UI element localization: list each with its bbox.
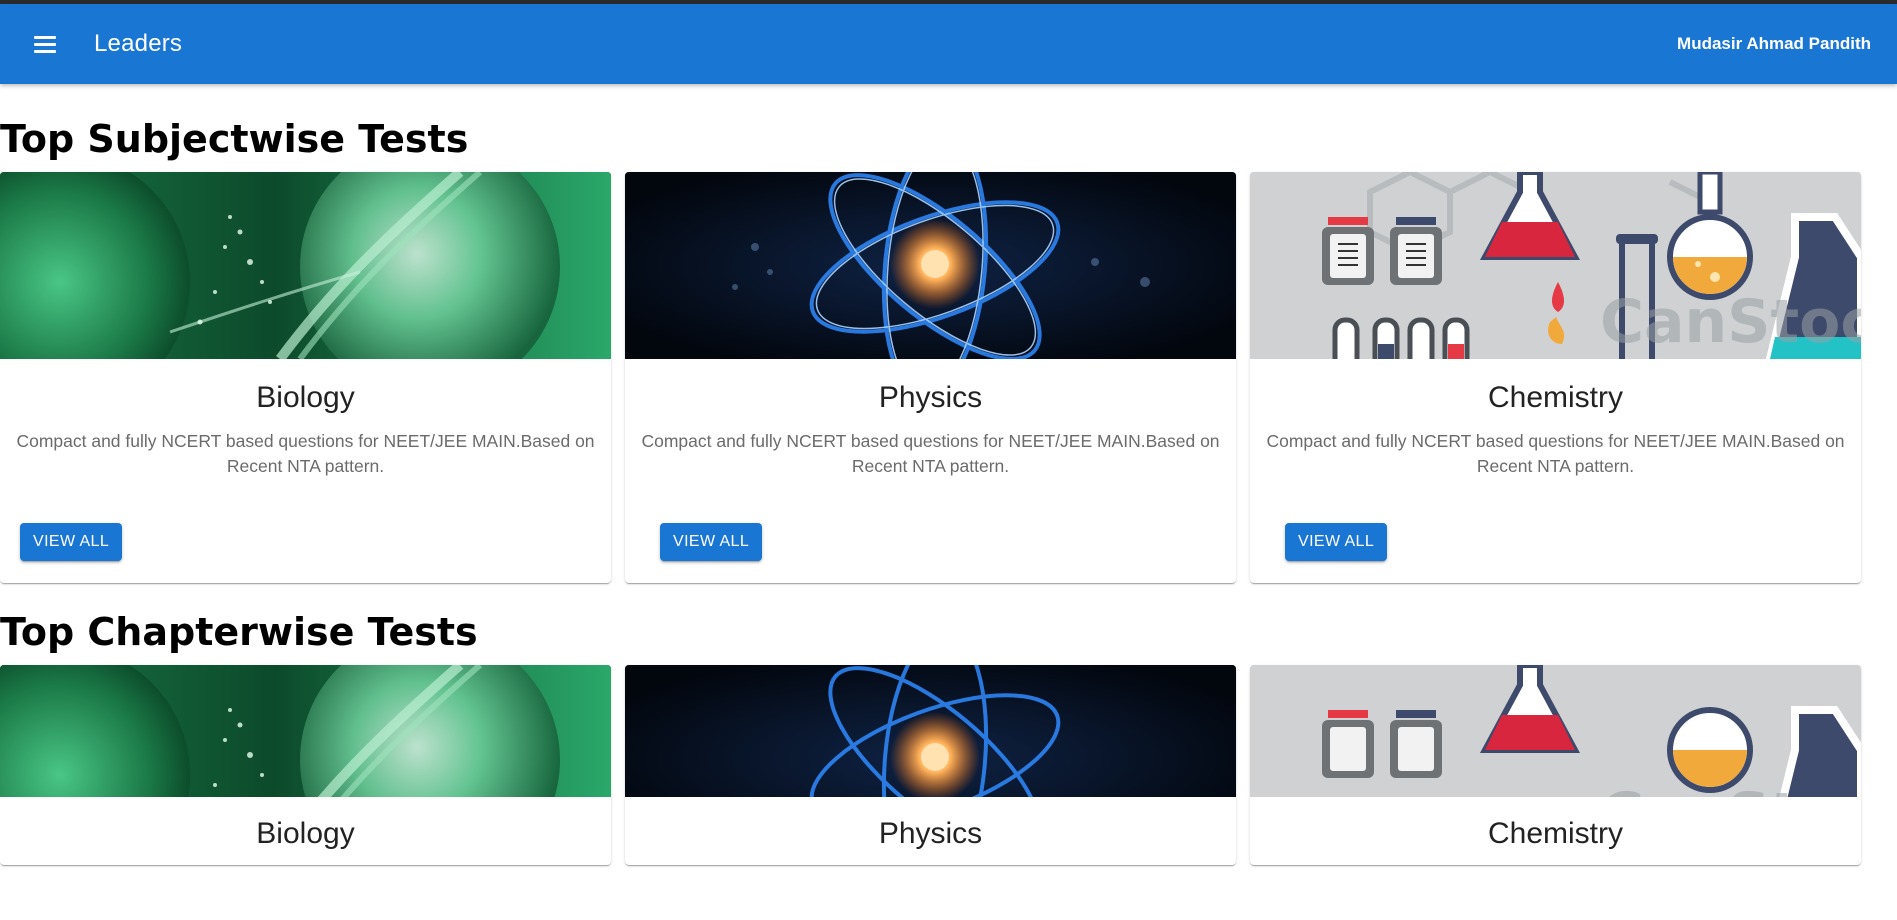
card-body: Biology Compact and fully NCERT based qu…	[0, 359, 611, 523]
physics-atom-image	[625, 172, 1236, 359]
main-content: Top Subjectwise Tests Biology Compact an…	[0, 84, 1897, 865]
watermark-text: CanStock	[1600, 780, 1861, 797]
card-actions: VIEW ALL	[1250, 523, 1861, 583]
view-all-button-biology[interactable]: VIEW ALL	[20, 523, 123, 561]
card-biology: Biology Compact and fully NCERT based qu…	[0, 172, 611, 583]
card-title: Chemistry	[1487, 817, 1623, 850]
card-biology: Biology	[0, 665, 611, 865]
card-physics: Physics Compact and fully NCERT based qu…	[625, 172, 1236, 583]
card-body: Chemistry Compact and fully NCERT based …	[1250, 359, 1861, 523]
app-title: Leaders	[94, 30, 183, 57]
subjectwise-cards: Biology Compact and fully NCERT based qu…	[0, 172, 1897, 583]
card-actions: VIEW ALL	[0, 523, 611, 583]
card-description: Compact and fully NCERT based questions …	[641, 431, 1220, 476]
card-actions: VIEW ALL	[625, 523, 1236, 583]
user-name[interactable]: Mudasir Ahmad Pandith	[1677, 34, 1871, 54]
view-all-button-physics[interactable]: VIEW ALL	[660, 523, 763, 561]
card-chemistry: CanStock Chemistry Compact and fully NCE…	[1250, 172, 1861, 583]
card-body: Physics Compact and fully NCERT based qu…	[625, 359, 1236, 523]
card-chemistry: CanStock Chemistry	[1250, 665, 1861, 865]
app-bar: Leaders Mudasir Ahmad Pandith	[0, 4, 1897, 84]
view-all-button-chemistry[interactable]: VIEW ALL	[1285, 523, 1388, 561]
menu-icon[interactable]	[24, 23, 66, 65]
watermark-text: CanStock	[1600, 287, 1861, 357]
card-description: Compact and fully NCERT based questions …	[1266, 431, 1845, 476]
card-body: Biology	[0, 797, 611, 865]
biology-dna-cell-image	[0, 665, 611, 797]
physics-atom-image	[625, 665, 1236, 797]
card-title: Chemistry	[1487, 381, 1623, 414]
chemistry-flasks-image: CanStock	[1250, 172, 1861, 359]
card-title: Biology	[256, 817, 355, 850]
section-title-chapterwise: Top Chapterwise Tests	[0, 610, 478, 654]
card-description: Compact and fully NCERT based questions …	[16, 431, 595, 476]
card-body: Chemistry	[1250, 797, 1861, 865]
card-title: Physics	[878, 381, 983, 414]
chapterwise-cards: Biology Physics Chemistry	[0, 665, 1897, 865]
biology-dna-cell-image	[0, 172, 611, 359]
card-title: Physics	[878, 817, 983, 850]
card-physics: Physics	[625, 665, 1236, 865]
chemistry-flasks-image: CanStock	[1250, 665, 1861, 797]
card-title: Biology	[256, 381, 355, 414]
card-body: Physics	[625, 797, 1236, 865]
section-title-subjectwise: Top Subjectwise Tests	[0, 117, 469, 161]
